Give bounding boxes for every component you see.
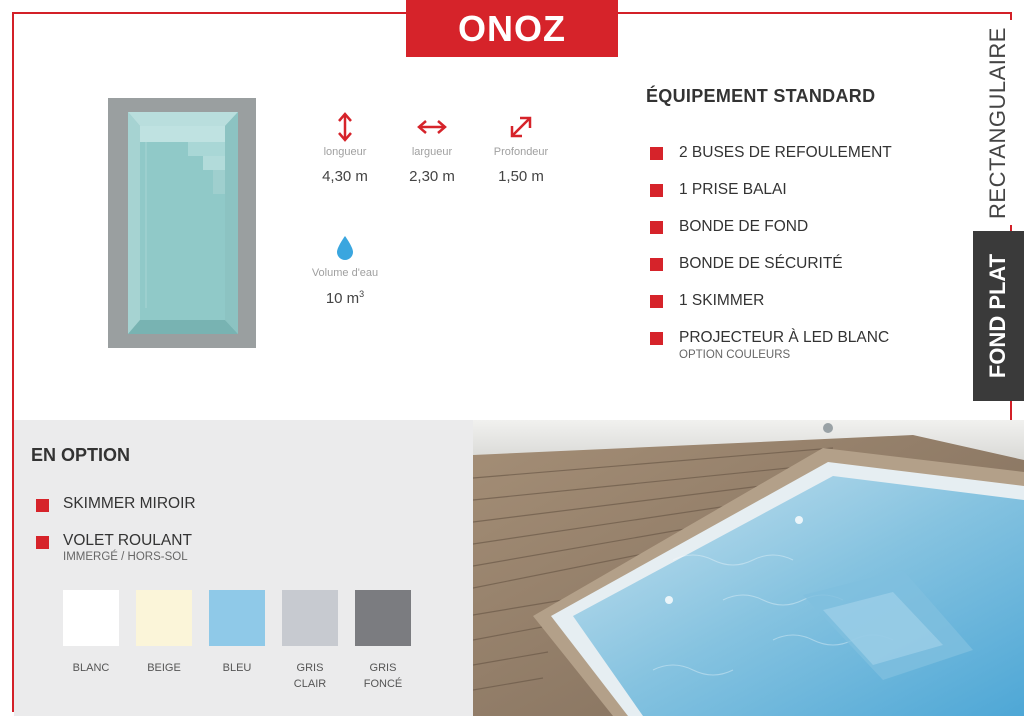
bullet-square-icon xyxy=(650,332,663,345)
volume-value: 10 m xyxy=(325,290,360,307)
standard-equipment-list: 2 BUSES DE REFOULEMENT 1 PRISE BALAI BON… xyxy=(650,140,892,362)
options-list: SKIMMER MIROIR VOLET ROULANT IMMERGÉ / HO… xyxy=(36,492,196,566)
list-item: PROJECTEUR À LED BLANC OPTION COULEURS xyxy=(650,325,892,362)
water-drop-icon xyxy=(300,231,390,265)
volume-unit-exponent: 3 xyxy=(359,289,365,299)
floor-type-label: FOND PLAT xyxy=(973,231,1024,401)
list-item: BONDE DE SÉCURITÉ xyxy=(650,251,892,288)
options-title: EN OPTION xyxy=(31,445,131,465)
list-item: VOLET ROULANT IMMERGÉ / HORS-SOL xyxy=(36,529,196,566)
vertical-arrow-icon xyxy=(300,110,390,144)
list-item: SKIMMER MIROIR xyxy=(36,492,196,529)
pool-plan-illustration xyxy=(108,98,256,348)
options-panel: EN OPTION SKIMMER MIROIR VOLET ROULANT IM… xyxy=(14,420,473,716)
bullet-square-icon xyxy=(36,536,49,549)
water-volume: Volume d'eau 10 m3 xyxy=(300,231,390,307)
page-title: ONOZ xyxy=(406,0,618,57)
color-swatch-dark-grey: GRIS FONCÉ xyxy=(355,590,411,692)
color-swatch-light-grey: GRIS CLAIR xyxy=(282,590,338,692)
list-item-sub: IMMERGÉ / HORS-SOL xyxy=(63,551,188,563)
bullet-square-icon xyxy=(650,147,663,160)
shape-label: RECTANGULAIRE xyxy=(973,20,1023,225)
list-item: BONDE DE FOND xyxy=(650,214,892,251)
color-swatch-beige: BEIGE xyxy=(136,590,192,676)
list-item: 2 BUSES DE REFOULEMENT xyxy=(650,140,892,177)
dimension-length: longueur 4,30 m xyxy=(300,110,390,185)
color-swatch-blue: BLEU xyxy=(209,590,265,676)
bullet-square-icon xyxy=(650,295,663,308)
list-item: 1 PRISE BALAI xyxy=(650,177,892,214)
list-item-sub: OPTION COULEURS xyxy=(679,349,791,361)
list-item: 1 SKIMMER xyxy=(650,288,892,325)
color-swatch-white: BLANC xyxy=(63,590,119,676)
standard-equipment-title: ÉQUIPEMENT STANDARD xyxy=(646,86,876,106)
horizontal-arrow-icon xyxy=(387,110,477,144)
pool-photo xyxy=(473,420,1024,716)
bullet-square-icon xyxy=(650,184,663,197)
dimension-depth: Profondeur 1,50 m xyxy=(476,110,566,185)
bullet-square-icon xyxy=(650,258,663,271)
bullet-square-icon xyxy=(36,499,49,512)
diagonal-arrow-icon xyxy=(476,110,566,144)
dimension-width: largueur 2,30 m xyxy=(387,110,477,185)
bullet-square-icon xyxy=(650,221,663,234)
